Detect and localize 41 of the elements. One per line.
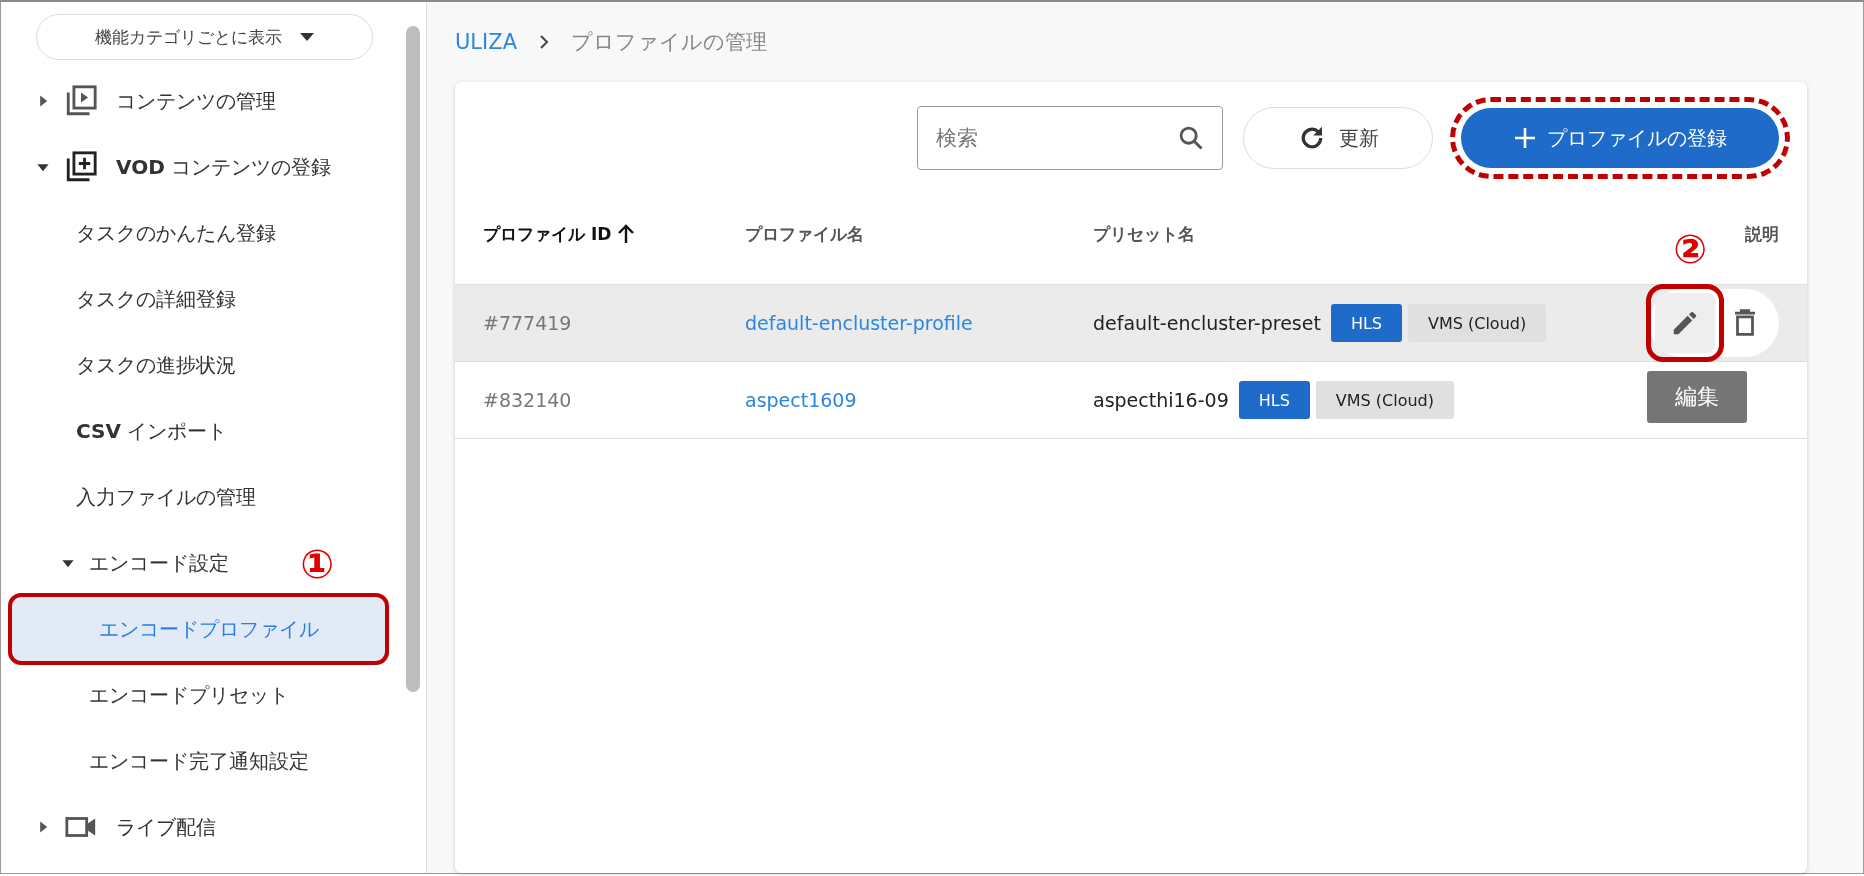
breadcrumb-link[interactable]: ULIZA: [455, 30, 517, 54]
column-header[interactable]: プロファイル ID: [483, 222, 636, 246]
table-cell: aspecthi16-09: [1093, 389, 1229, 411]
add-library-icon: [64, 150, 98, 184]
column-header[interactable]: プリセット名: [1093, 222, 1195, 246]
play-library-icon: [64, 84, 98, 118]
tag: HLS: [1238, 381, 1310, 419]
profile-link[interactable]: aspect1609: [745, 389, 857, 411]
view-select[interactable]: 機能カテゴリごとに表示: [36, 14, 373, 60]
table-cell: default-encluster-preset: [1093, 312, 1321, 334]
tag: VMS (Cloud): [1408, 304, 1547, 342]
column-header[interactable]: プロファイル名: [745, 222, 864, 246]
table-cell-text: #777419: [483, 312, 573, 334]
scrollbar-thumb[interactable]: [406, 26, 420, 692]
plus-icon: [1513, 126, 1537, 150]
table-cell-text: #832140: [483, 389, 573, 411]
sidebar-group[interactable]: コンテンツの管理: [116, 87, 276, 115]
arrow-up-icon: [617, 224, 636, 244]
tag: VMS (Cloud): [1315, 381, 1454, 419]
search-field[interactable]: 検索: [917, 106, 1223, 170]
column-header[interactable]: 説明: [1745, 222, 1779, 246]
annotation-marker: ①: [300, 544, 334, 584]
sidebar-item[interactable]: タスクの詳細登録: [1, 266, 401, 332]
search-icon: [1177, 124, 1205, 152]
dropdown-icon: [300, 33, 314, 41]
sidebar-item[interactable]: 入力ファイルの管理: [1, 464, 401, 530]
sidebar-item[interactable]: CSV インポート: [1, 398, 401, 464]
sidebar-group[interactable]: VOD コンテンツの登録: [116, 153, 332, 181]
table-row[interactable]: #777419 default-encluster-profile default-encluster-preset HLS VMS (Cloud): [455, 285, 1807, 362]
sidebar-group[interactable]: ライブ配信: [116, 813, 216, 841]
refresh-button[interactable]: 更新: [1243, 107, 1433, 169]
sidebar-item[interactable]: エンコードプリセット: [1, 662, 401, 728]
sidebar-item[interactable]: タスクの進捗状況: [1, 332, 401, 398]
tag: HLS: [1330, 304, 1402, 342]
sidebar-item[interactable]: タスクのかんたん登録: [1, 200, 401, 266]
breadcrumb-current: プロファイルの管理: [571, 29, 767, 56]
sidebar-group[interactable]: エンコード設定: [89, 549, 229, 577]
annotation-marker: ②: [1673, 229, 1707, 269]
chevron-right-icon: [539, 35, 549, 49]
sidebar-item[interactable]: エンコード完了通知設定: [1, 728, 401, 794]
tooltip: 編集: [1647, 371, 1747, 423]
